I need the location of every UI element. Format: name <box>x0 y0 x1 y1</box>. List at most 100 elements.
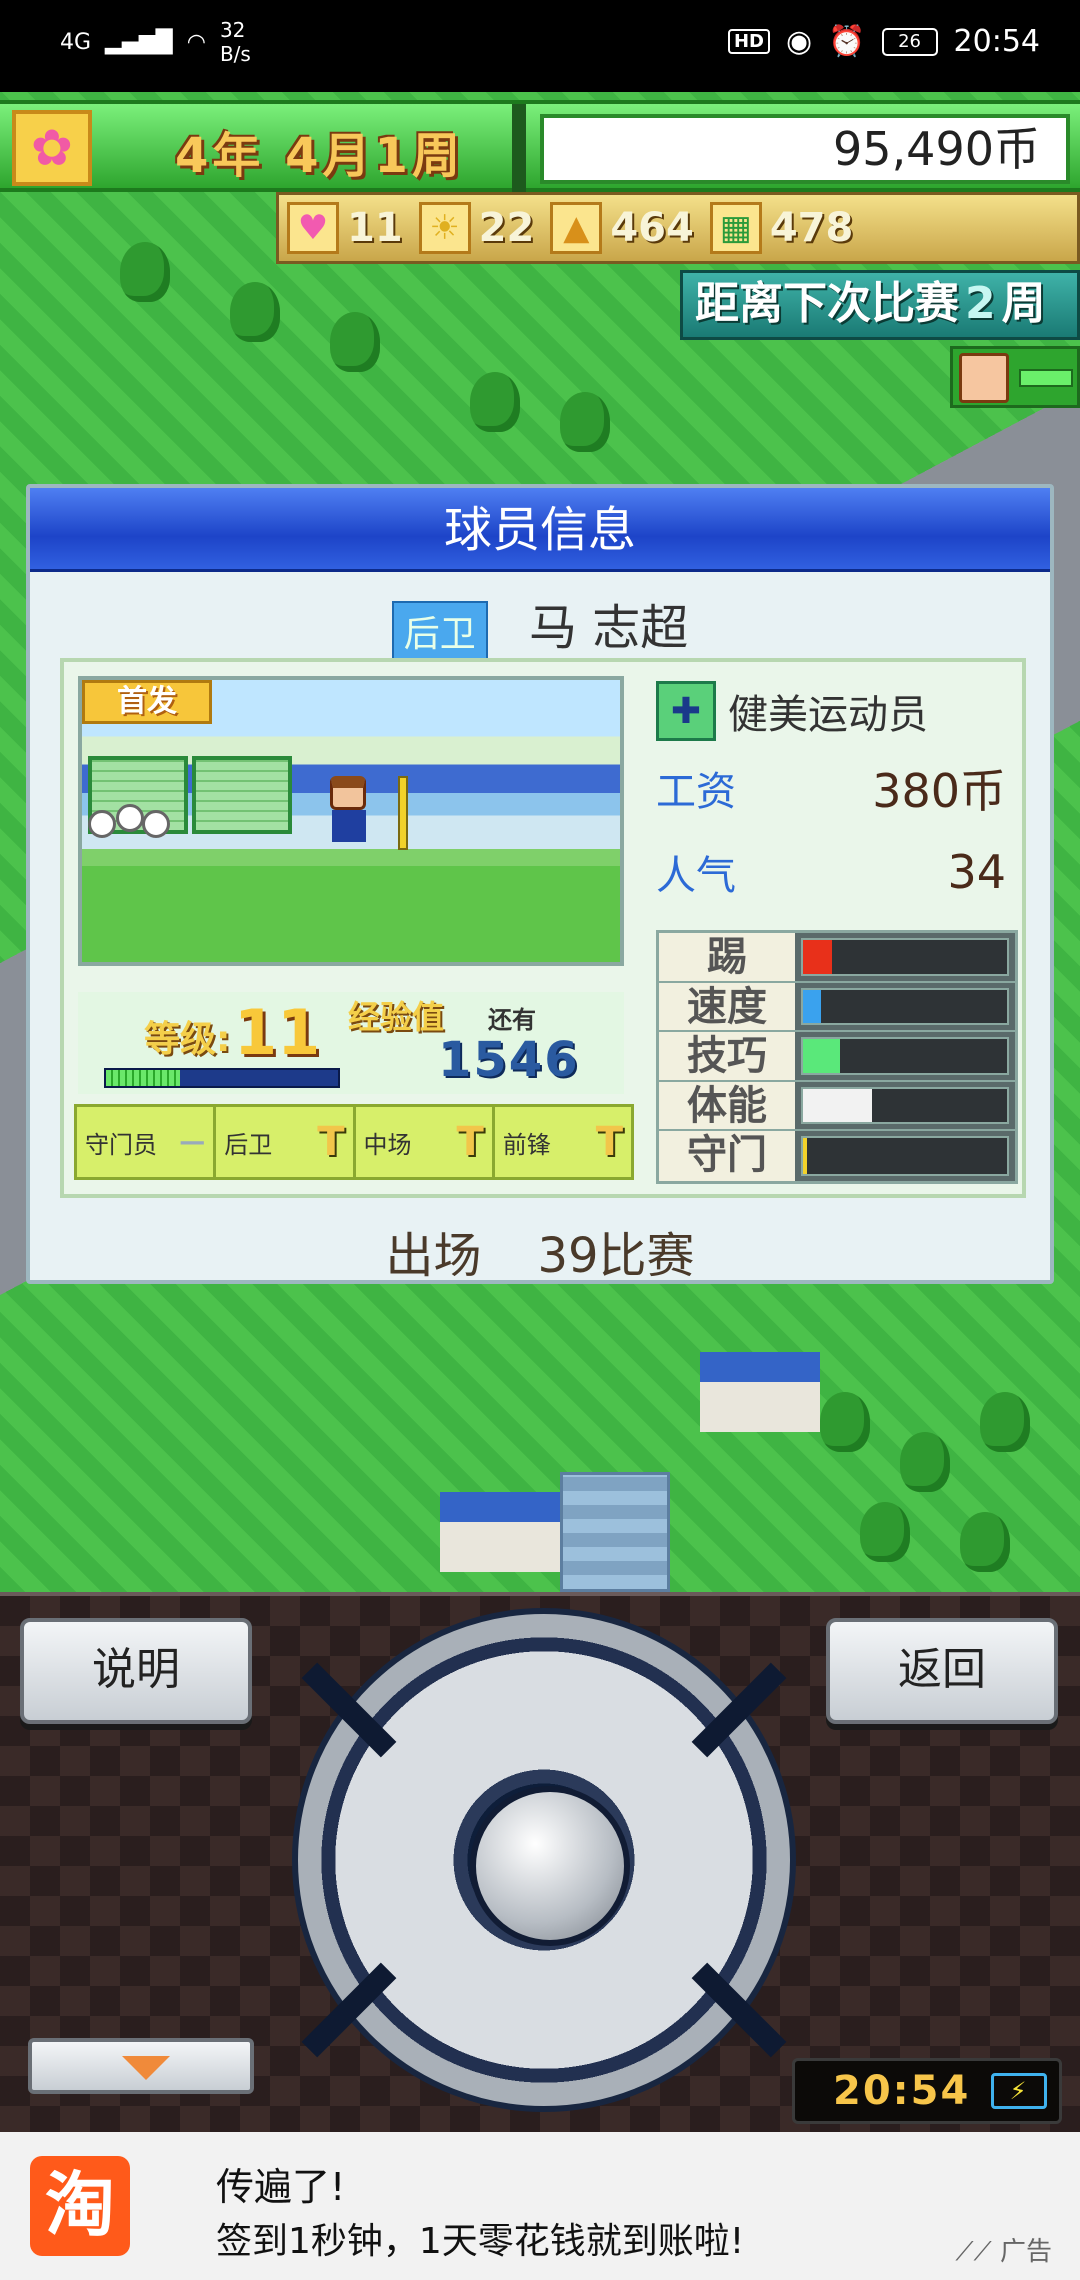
next-match-weeks: 2 <box>965 278 996 329</box>
level-box: 等级: 11 经验值 还有 1546 <box>78 992 624 1094</box>
net-speed: 32 B/s <box>220 18 251 66</box>
position-defender: 后卫 T <box>216 1107 356 1177</box>
ad-banner[interactable]: 淘 传遍了! 签到1秒钟，1天零花钱就到账啦! ⟋⟋ 广告 <box>0 2132 1080 2280</box>
stat-value: 478 <box>769 205 854 251</box>
appearances-value: 39比赛 <box>537 1228 695 1284</box>
tree <box>230 282 280 342</box>
attr-label: 技巧 <box>659 1032 795 1080</box>
status-bar: 4G ▂▄▆█ ◠ 32 B/s HD ◉ ⏰ 26 20:54 <box>0 0 1080 92</box>
attr-track <box>801 1136 1009 1176</box>
attr-track <box>801 1037 1009 1075</box>
network-type: 4G <box>60 29 92 55</box>
position-midfielder: 中场 T <box>356 1107 495 1177</box>
tree <box>960 1512 1010 1572</box>
status-time: 20:54 <box>953 24 1040 59</box>
position-aptitude-row: 守门员 — 后卫 T 中场 T 前锋 T <box>74 1104 634 1180</box>
attr-fill <box>803 940 832 974</box>
popularity-value: 34 <box>947 845 1006 899</box>
salary-value: 380币 <box>872 764 1006 818</box>
avatar-status-bar <box>1019 369 1073 387</box>
bulb-icon: ☀ <box>418 202 471 254</box>
level-label: 等级: <box>144 1019 231 1060</box>
level-progress-bar <box>104 1068 340 1088</box>
hd-badge: HD <box>727 29 770 54</box>
attr-kick: 踢 <box>659 933 1015 983</box>
aptitude-mark: T <box>317 1119 345 1165</box>
stat-value: 464 <box>610 205 694 251</box>
stat-pyramid: ▲ 464 <box>542 202 702 254</box>
exp-value: 1546 <box>438 1032 580 1088</box>
dpad[interactable] <box>292 1608 796 2112</box>
back-button[interactable]: 返回 <box>826 1618 1058 1724</box>
dialog-title: 球员信息 <box>30 488 1050 572</box>
attr-track <box>801 987 1009 1026</box>
confirm-button[interactable] <box>470 1786 630 1946</box>
net-speed-value: 32 <box>219 18 246 42</box>
attr-label: 速度 <box>659 982 795 1031</box>
aptitude-mark: T <box>595 1119 623 1165</box>
player-name-row: 后卫 马 志超 <box>30 588 1050 661</box>
tree <box>120 242 170 302</box>
ad-title: 传遍了! <box>216 2165 346 2209</box>
next-match-countdown: 距离下次比赛 2 周 <box>680 270 1080 340</box>
year-unit: 年 <box>212 128 265 184</box>
attr-track <box>801 938 1009 976</box>
manager-avatar[interactable] <box>950 346 1080 408</box>
stat-heart: ♥ 11 <box>279 202 411 254</box>
house <box>440 1492 560 1572</box>
aptitude-mark: T <box>456 1119 484 1165</box>
month-value: 4月 <box>285 128 375 184</box>
tree <box>980 1392 1030 1452</box>
salary-label: 工资 <box>656 769 736 815</box>
player-details-card: 首发 ✚ 健美运动员 工资 380币 人气 34 等级: 11 经验值 还有 1… <box>60 658 1026 1198</box>
signal-icon: ▂▄▆█ <box>105 29 173 55</box>
player-scene: 首发 <box>78 676 624 966</box>
job-row: ✚ 健美运动员 <box>656 676 1016 746</box>
stat-field: ▦ 478 <box>702 202 862 254</box>
ball-icon <box>142 810 170 838</box>
clock-time: 20:54 <box>833 2068 971 2114</box>
attr-label: 踢 <box>659 933 795 981</box>
house <box>700 1352 820 1432</box>
menu-toggle-button[interactable] <box>28 2038 254 2094</box>
field-icon: ▦ <box>709 202 762 254</box>
attr-fill <box>803 989 822 1024</box>
training-pole <box>398 776 408 850</box>
tree <box>330 312 380 372</box>
attr-label: 体能 <box>659 1081 795 1130</box>
player-name: 马 志超 <box>529 600 689 656</box>
attr-track <box>801 1086 1009 1125</box>
office-building <box>560 1472 670 1592</box>
starter-badge: 首发 <box>82 680 212 724</box>
appearances-row: 出场 39比赛 <box>30 1216 1050 1286</box>
ball-icon <box>116 804 144 832</box>
charging-battery-icon: ⚡ <box>991 2073 1047 2109</box>
arrow-down-icon <box>122 2056 170 2080</box>
eye-icon: ◉ <box>785 24 813 59</box>
level-value: 11 <box>234 996 321 1069</box>
stat-bulb: ☀ 22 <box>411 202 543 254</box>
top-hud: ✿ 4年 4月1周 95,490币 <box>0 100 1080 192</box>
resource-bar: ♥ 11 ☀ 22 ▲ 464 ▦ 478 <box>276 192 1080 264</box>
game-clock: 20:54 ⚡ <box>792 2058 1062 2124</box>
help-button[interactable]: 说明 <box>20 1618 252 1724</box>
position-goalkeeper: 守门员 — <box>77 1107 217 1177</box>
exp-remaining-label: 还有 <box>488 1006 536 1034</box>
stat-value: 11 <box>347 205 403 251</box>
tree <box>820 1392 870 1452</box>
attr-label: 守门 <box>659 1131 795 1181</box>
pyramid-icon: ▲ <box>550 202 603 254</box>
job-label: 健美运动员 <box>728 692 928 738</box>
appearances-label: 出场 <box>385 1228 482 1284</box>
attribute-bars: 踢 速度 技巧 体能 守门 <box>656 930 1018 1184</box>
position-label: 守门员 <box>85 1130 157 1159</box>
week-unit: 周 <box>411 128 464 184</box>
stat-value: 22 <box>478 205 535 251</box>
position-label: 前锋 <box>502 1130 551 1159</box>
level-progress-fill <box>106 1070 181 1086</box>
flower-icon[interactable]: ✿ <box>12 110 92 186</box>
popularity-label: 人气 <box>656 853 736 899</box>
taobao-logo: 淘 <box>30 2156 130 2256</box>
heart-icon: ♥ <box>287 202 339 254</box>
position-label: 中场 <box>363 1130 412 1159</box>
